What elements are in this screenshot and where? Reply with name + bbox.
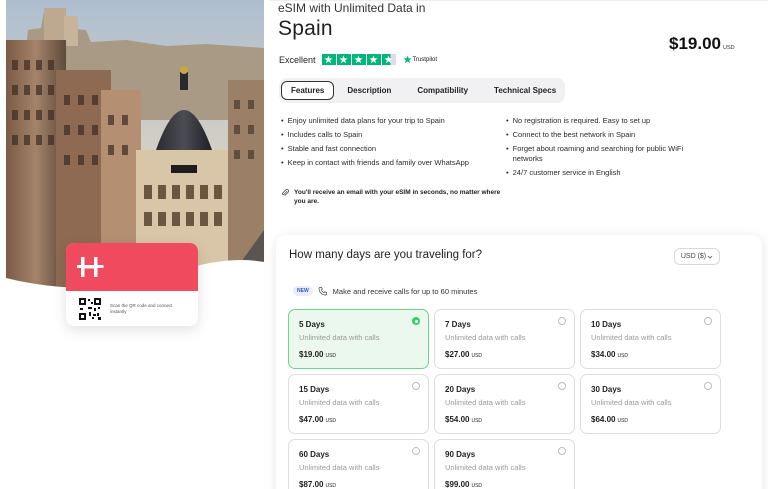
feature-item: • Forget about roaming and searching for … — [506, 144, 684, 163]
product-price-value: $19.00 — [669, 34, 721, 53]
plan-price: $64.00 USD — [591, 415, 629, 424]
features-list-right: • No registration is required. Easy to se… — [506, 114, 714, 180]
tab-features[interactable]: Features — [281, 81, 335, 100]
esim-card-hint: Scan the QR code and connect instantly — [110, 302, 173, 314]
plan-price: $47.00 USD — [299, 415, 337, 424]
new-badge: NEW — [293, 286, 313, 296]
tab-description[interactable]: Description — [338, 81, 400, 100]
radio-icon[interactable] — [704, 317, 712, 325]
product-price: $19.00 USD — [669, 34, 735, 54]
product-pre-title: eSIM with Unlimited Data in — [278, 1, 426, 15]
chevron-down-icon — [707, 255, 713, 259]
plan-subtitle: Unlimited data with calls — [445, 463, 526, 472]
plan-price: $54.00 USD — [445, 415, 483, 424]
feature-item: • 24/7 customer service in English — [506, 168, 621, 177]
plan-grid: 5 Days Unlimited data with calls $19.00 U… — [288, 309, 721, 489]
plan-option-5-days[interactable]: 5 Days Unlimited data with calls $19.00 U… — [288, 309, 429, 369]
plan-option-30-days[interactable]: 30 Days Unlimited data with calls $64.00… — [580, 374, 721, 434]
feature-item: • Connect to the best network in Spain — [506, 130, 636, 139]
plan-price: $27.00 USD — [445, 350, 483, 359]
plan-price: $87.00 USD — [299, 480, 337, 489]
currency-dropdown-value: USD ($) — [680, 253, 707, 260]
plan-subtitle: Unlimited data with calls — [299, 463, 380, 472]
promo-text: Make and receive calls for up to 60 minu… — [332, 286, 478, 296]
star-icon — [336, 54, 351, 65]
half-star-icon — [381, 54, 396, 65]
plan-subtitle: Unlimited data with calls — [445, 333, 526, 342]
feature-item: • Keep in contact with friends and family… — [281, 158, 469, 167]
calls-promo: NEW Make and receive calls for up to 60 … — [293, 286, 477, 296]
trustpilot-brand: Trustpilot — [402, 55, 437, 64]
star-icon — [366, 54, 381, 65]
currency-dropdown[interactable]: USD ($) — [674, 248, 720, 265]
plan-days: 5 Days — [299, 320, 325, 329]
plan-days: 10 Days — [591, 320, 622, 329]
plan-option-10-days[interactable]: 10 Days Unlimited data with calls $34.00… — [580, 309, 721, 369]
product-tabs: Features Description Compatibility Techn… — [279, 78, 565, 103]
plan-subtitle: Unlimited data with calls — [591, 398, 672, 407]
radio-icon[interactable] — [558, 447, 566, 455]
plan-option-20-days[interactable]: 20 Days Unlimited data with calls $54.00… — [434, 374, 575, 434]
plan-panel-title: How many days are you traveling for? — [289, 249, 483, 261]
holafly-logo-icon — [77, 257, 104, 277]
qr-code-icon — [79, 297, 101, 320]
plan-subtitle: Unlimited data with calls — [445, 398, 526, 407]
plan-days: 7 Days — [445, 320, 471, 329]
plan-price: $34.00 USD — [591, 350, 629, 359]
trustpilot-star-icon — [402, 55, 412, 64]
radio-icon[interactable] — [704, 382, 712, 390]
plan-days: 20 Days — [445, 385, 476, 394]
product-price-currency: USD — [723, 45, 735, 51]
plan-option-15-days[interactable]: 15 Days Unlimited data with calls $47.00… — [288, 374, 429, 434]
plan-days: 30 Days — [591, 385, 622, 394]
plan-subtitle: Unlimited data with calls — [591, 333, 672, 342]
tab-technical-specs[interactable]: Technical Specs — [485, 81, 565, 100]
features-list-left: • Enjoy unlimited data plans for your tri… — [281, 114, 496, 170]
plan-subtitle: Unlimited data with calls — [299, 398, 380, 407]
email-delivery-note: You'll receive an email with your eSIM i… — [281, 188, 511, 206]
plan-price: $99.00 USD — [445, 480, 483, 489]
esim-card: Scan the QR code and connect instantly — [66, 243, 198, 326]
feature-item: • No registration is required. Easy to se… — [506, 116, 651, 125]
plan-days: 15 Days — [299, 385, 330, 394]
feature-item: • Enjoy unlimited data plans for your tri… — [281, 116, 445, 125]
product-title: Spain — [278, 17, 333, 40]
plan-days: 60 Days — [299, 450, 330, 459]
phone-icon — [318, 287, 327, 296]
tab-compatibility[interactable]: Compatibility — [408, 81, 477, 100]
radio-icon[interactable] — [412, 447, 420, 455]
esim-card-header — [66, 243, 198, 291]
plan-option-90-days[interactable]: 90 Days Unlimited data with calls $99.00… — [434, 439, 575, 489]
plan-selector-panel: How many days are you traveling for? USD… — [276, 235, 762, 489]
trustpilot-rating[interactable]: Excellent Trustpilot — [279, 54, 437, 65]
radio-selected-icon[interactable] — [412, 317, 420, 325]
plan-price: $19.00 USD — [299, 350, 337, 359]
feature-item: • Stable and fast connection — [281, 144, 377, 153]
radio-icon[interactable] — [558, 317, 566, 325]
rating-stars — [321, 54, 396, 65]
trustpilot-text: Trustpilot — [412, 56, 437, 63]
star-icon — [321, 54, 336, 65]
plan-option-60-days[interactable]: 60 Days Unlimited data with calls $87.00… — [288, 439, 429, 489]
rating-label: Excellent — [279, 54, 316, 65]
radio-icon[interactable] — [412, 382, 420, 390]
plan-subtitle: Unlimited data with calls — [299, 333, 380, 342]
star-icon — [351, 54, 366, 65]
plan-days: 90 Days — [445, 450, 476, 459]
paperclip-icon — [282, 189, 289, 196]
feature-item: • Includes calls to Spain — [281, 130, 363, 139]
radio-icon[interactable] — [558, 382, 566, 390]
email-delivery-text: You'll receive an email with your eSIM i… — [294, 189, 501, 205]
plan-option-7-days[interactable]: 7 Days Unlimited data with calls $27.00 U… — [434, 309, 575, 369]
